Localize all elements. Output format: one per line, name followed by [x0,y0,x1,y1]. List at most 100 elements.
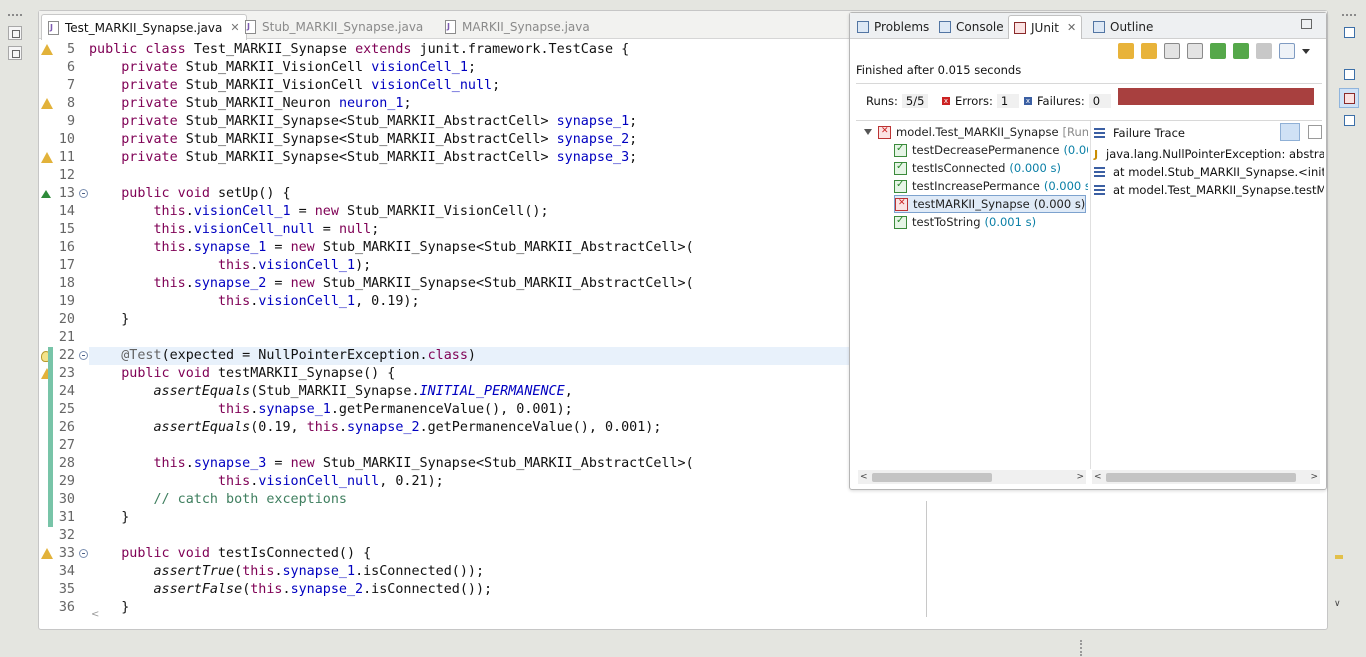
failure-trace-pane: Failure Trace J java.lang.NullPointerExc… [1092,121,1324,469]
view-menu-icon[interactable] [1302,49,1310,54]
test-pass-icon [894,179,907,193]
trace-line[interactable]: at model.Stub_MARKII_Synapse.<init>( [1094,163,1324,181]
scroll-thumb[interactable] [872,473,992,482]
test-time: (0.000 s) [1033,197,1086,211]
tab-label: Stub_MARKII_Synapse.java [262,19,424,34]
fold-toggle-icon[interactable] [79,189,88,198]
next-failure-icon[interactable] [1118,43,1134,59]
line-number: 10 [58,132,75,147]
tab-console[interactable]: Console [934,15,1009,38]
tab-problems[interactable]: Problems [852,15,934,38]
scroll-down-icon[interactable]: ∨ [1334,599,1341,609]
compare-results-icon[interactable] [1308,125,1322,139]
test-history-icon[interactable] [1279,43,1295,59]
warning-icon[interactable] [41,548,53,559]
test-pass-icon [894,161,907,175]
trace-line[interactable]: J java.lang.NullPointerException: abstra… [1094,145,1324,163]
code-area[interactable]: public class Test_MARKII_Synapse extends… [89,41,889,616]
filter-stack-trace-icon[interactable] [1280,123,1300,141]
tab-label: Test_MARKII_Synapse.java [65,20,223,35]
horizontal-scrollbar[interactable]: < [89,609,1329,623]
line-number: 28 [58,456,75,471]
suite-error-icon [878,125,891,139]
tab-label: Problems [874,19,930,34]
show-failures-only-icon[interactable] [1164,43,1180,59]
scroll-lock-icon[interactable] [1187,43,1203,59]
print-margin [926,501,927,617]
tab-stub-markii-synapse[interactable]: Stub_MARKII_Synapse.java [239,14,429,39]
scroll-right-icon[interactable]: > [1076,470,1084,484]
warning-icon[interactable] [41,152,53,163]
tree-root-suite[interactable]: model.Test_MARKII_Synapse [Runn [864,123,1088,141]
warning-marker[interactable] [1335,555,1343,559]
line-number: 29 [58,474,75,489]
failure-trace-header: Failure Trace [1094,123,1185,143]
restore-icon[interactable] [1339,22,1359,42]
restore-icon[interactable] [1301,19,1312,29]
trace-text: at model.Stub_MARKII_Synapse.<init>( [1113,165,1324,179]
pane-divider[interactable] [1090,121,1091,469]
tab-outline[interactable]: Outline [1088,15,1158,38]
close-icon[interactable]: ✕ [1067,21,1076,34]
test-time: (0.000 s) [1009,161,1061,175]
test-item[interactable]: testIncreasePermance (0.000 s) [894,177,1088,195]
trace-text: at model.Test_MARKII_Synapse.testMA [1113,183,1324,197]
java-file-icon [48,20,59,35]
line-number: 15 [58,222,75,237]
junit-view-icon[interactable] [1339,88,1359,108]
code-line: private Stub_MARKII_Synapse<Stub_MARKII_… [121,114,638,129]
scroll-left-icon[interactable]: < [91,609,99,620]
test-item[interactable]: testToString (0.001 s) [894,213,1036,231]
warning-icon[interactable] [41,44,53,55]
code-line: this.synapse_3 = new Stub_MARKII_Synapse… [153,456,694,471]
code-line: this.synapse_2 = new Stub_MARKII_Synapse… [153,276,694,291]
outline-view-icon[interactable] [1339,110,1359,130]
tab-test-markii-synapse[interactable]: Test_MARKII_Synapse.java ✕ [41,14,247,40]
test-name: testIsConnected [912,161,1006,175]
test-item[interactable]: testIsConnected (0.000 s) [894,159,1061,177]
console-view-icon[interactable] [1339,64,1359,84]
expand-arrow-icon[interactable] [864,129,872,135]
test-tree: model.Test_MARKII_Synapse [Runn testDecr… [856,121,1088,469]
line-number: 26 [58,420,75,435]
test-time: (0.001 s) [984,215,1037,229]
line-number: 36 [58,600,75,615]
tab-junit[interactable]: JUnit ✕ [1008,15,1083,39]
tree-horizontal-scrollbar[interactable]: < > [858,470,1086,484]
test-item[interactable]: testDecreasePermanence (0.000 [894,141,1088,159]
rerun-failures-first-icon[interactable] [1233,43,1249,59]
code-line: assertEquals(Stub_MARKII_Synapse.INITIAL… [153,384,573,399]
trace-line[interactable]: at model.Test_MARKII_Synapse.testMA [1094,181,1324,199]
scroll-left-icon[interactable]: < [1094,470,1102,484]
package-explorer-icon[interactable] [8,46,22,60]
restore-icon[interactable] [8,26,22,40]
code-line: this.visionCell_1 = new Stub_MARKII_Visi… [153,204,549,219]
stack-trace-icon [1094,128,1105,138]
failure-trace-title: Failure Trace [1113,126,1185,140]
trace-horizontal-scrollbar[interactable]: < > [1092,470,1320,484]
trim-grip-icon[interactable] [8,14,22,17]
problems-icon [857,20,869,33]
test-name: testMARKII_Synapse [913,197,1030,211]
fold-toggle-icon[interactable] [79,351,88,360]
trim-grip-icon[interactable] [1342,14,1356,17]
scroll-left-icon[interactable]: < [860,470,868,484]
stop-icon[interactable] [1256,43,1272,59]
rerun-test-icon[interactable] [1210,43,1226,59]
right-trim-bar [1334,8,1364,138]
line-number: 20 [58,312,75,327]
override-indicator-icon[interactable] [41,190,51,198]
previous-failure-icon[interactable] [1141,43,1157,59]
vertical-scrollbar[interactable]: ∨ [1331,501,1347,617]
scroll-thumb[interactable] [1106,473,1296,482]
code-line: private Stub_MARKII_Synapse<Stub_MARKII_… [121,132,638,147]
tab-markii-synapse[interactable]: MARKII_Synapse.java [439,14,596,39]
warning-icon[interactable] [41,98,53,109]
failures-label: Failures: [1037,94,1085,108]
scroll-right-icon[interactable]: > [1310,470,1318,484]
fold-toggle-icon[interactable] [79,549,88,558]
test-item-selected[interactable]: testMARKII_Synapse (0.000 s) [894,195,1087,213]
stack-frame-icon [1094,167,1105,177]
sash-grip[interactable] [1080,640,1083,656]
failures-value: 0 [1088,94,1111,108]
